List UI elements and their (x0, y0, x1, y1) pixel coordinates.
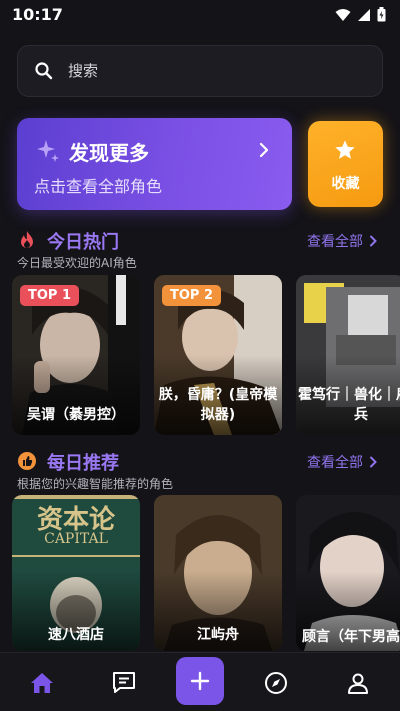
section-title: 今日热门 (47, 232, 119, 253)
character-card[interactable]: 资本论 CAPITAL 速八酒店 (12, 495, 140, 651)
view-all-label: 查看全部 (307, 455, 363, 471)
create-button[interactable] (176, 657, 224, 705)
home-icon (31, 673, 53, 693)
view-all-label: 查看全部 (307, 234, 363, 250)
nav-home[interactable] (28, 669, 56, 697)
favorites-label: 收藏 (331, 176, 360, 192)
rank-badge: TOP 2 (162, 285, 222, 306)
thumbs-up-icon (18, 452, 36, 470)
view-all-link[interactable]: 查看全部 (307, 452, 377, 472)
character-name: 顾言（年下男高） (302, 629, 400, 645)
character-card[interactable]: TOP 1 吴谓（綦男控） (12, 275, 140, 435)
battery-icon (377, 7, 386, 22)
character-name: 江屿舟 (197, 627, 239, 643)
section-daily-recommend-header: 每日推荐 查看全部 (17, 449, 383, 474)
section-today-hot-header: 今日热门 查看全部 (17, 228, 383, 253)
bottom-nav (0, 652, 400, 711)
wifi-icon (335, 8, 351, 21)
nav-explore[interactable] (262, 669, 290, 697)
status-time: 10:17 (12, 5, 63, 24)
nav-profile[interactable] (344, 669, 372, 697)
chat-icon (113, 672, 135, 693)
character-card[interactable]: 霍笃行｜兽化｜雇佣兵 (296, 275, 400, 435)
rank-badge: TOP 1 (20, 285, 80, 306)
chevron-right-icon (370, 235, 377, 247)
discover-subtitle: 点击查看全部角色 (34, 177, 163, 196)
chevron-right-icon (370, 456, 377, 468)
search-icon (35, 62, 53, 80)
character-name: 速八酒店 (48, 627, 104, 643)
nav-messages[interactable] (110, 669, 138, 697)
profile-icon (348, 673, 368, 694)
character-card[interactable]: 顾言（年下男高） (296, 495, 400, 651)
search-bar[interactable] (17, 45, 383, 97)
flame-icon (21, 231, 33, 248)
chevron-right-icon (259, 142, 269, 158)
discover-more-card[interactable]: 发现更多 点击查看全部角色 (17, 118, 292, 210)
status-icons (335, 7, 386, 22)
signal-icon (358, 8, 370, 21)
character-name: 吴谓（綦男控） (27, 407, 125, 423)
section-subtitle: 根据您的兴趣智能推荐的角色 (17, 477, 174, 491)
book-cover-subtitle: CAPITAL (44, 531, 108, 547)
sparkle-icon (37, 140, 59, 162)
view-all-link[interactable]: 查看全部 (307, 231, 377, 251)
character-name: 霍笃行｜兽化｜雇佣兵 (298, 387, 400, 423)
section-subtitle: 今日最受欢迎的AI角色 (17, 256, 137, 270)
search-input[interactable] (68, 62, 328, 80)
favorites-button[interactable]: 收藏 (308, 121, 383, 207)
plus-icon (190, 671, 210, 691)
star-icon (335, 140, 355, 159)
compass-icon (265, 672, 287, 694)
status-bar: 10:17 (0, 0, 400, 30)
character-card[interactable]: 江屿舟 (154, 495, 282, 651)
character-name: 朕，昏庸？(皇帝模拟器) (158, 387, 278, 423)
character-card[interactable]: TOP 2 朕，昏庸？(皇帝模拟器) (154, 275, 282, 435)
section-title: 每日推荐 (47, 453, 119, 474)
discover-title: 发现更多 (69, 141, 149, 165)
